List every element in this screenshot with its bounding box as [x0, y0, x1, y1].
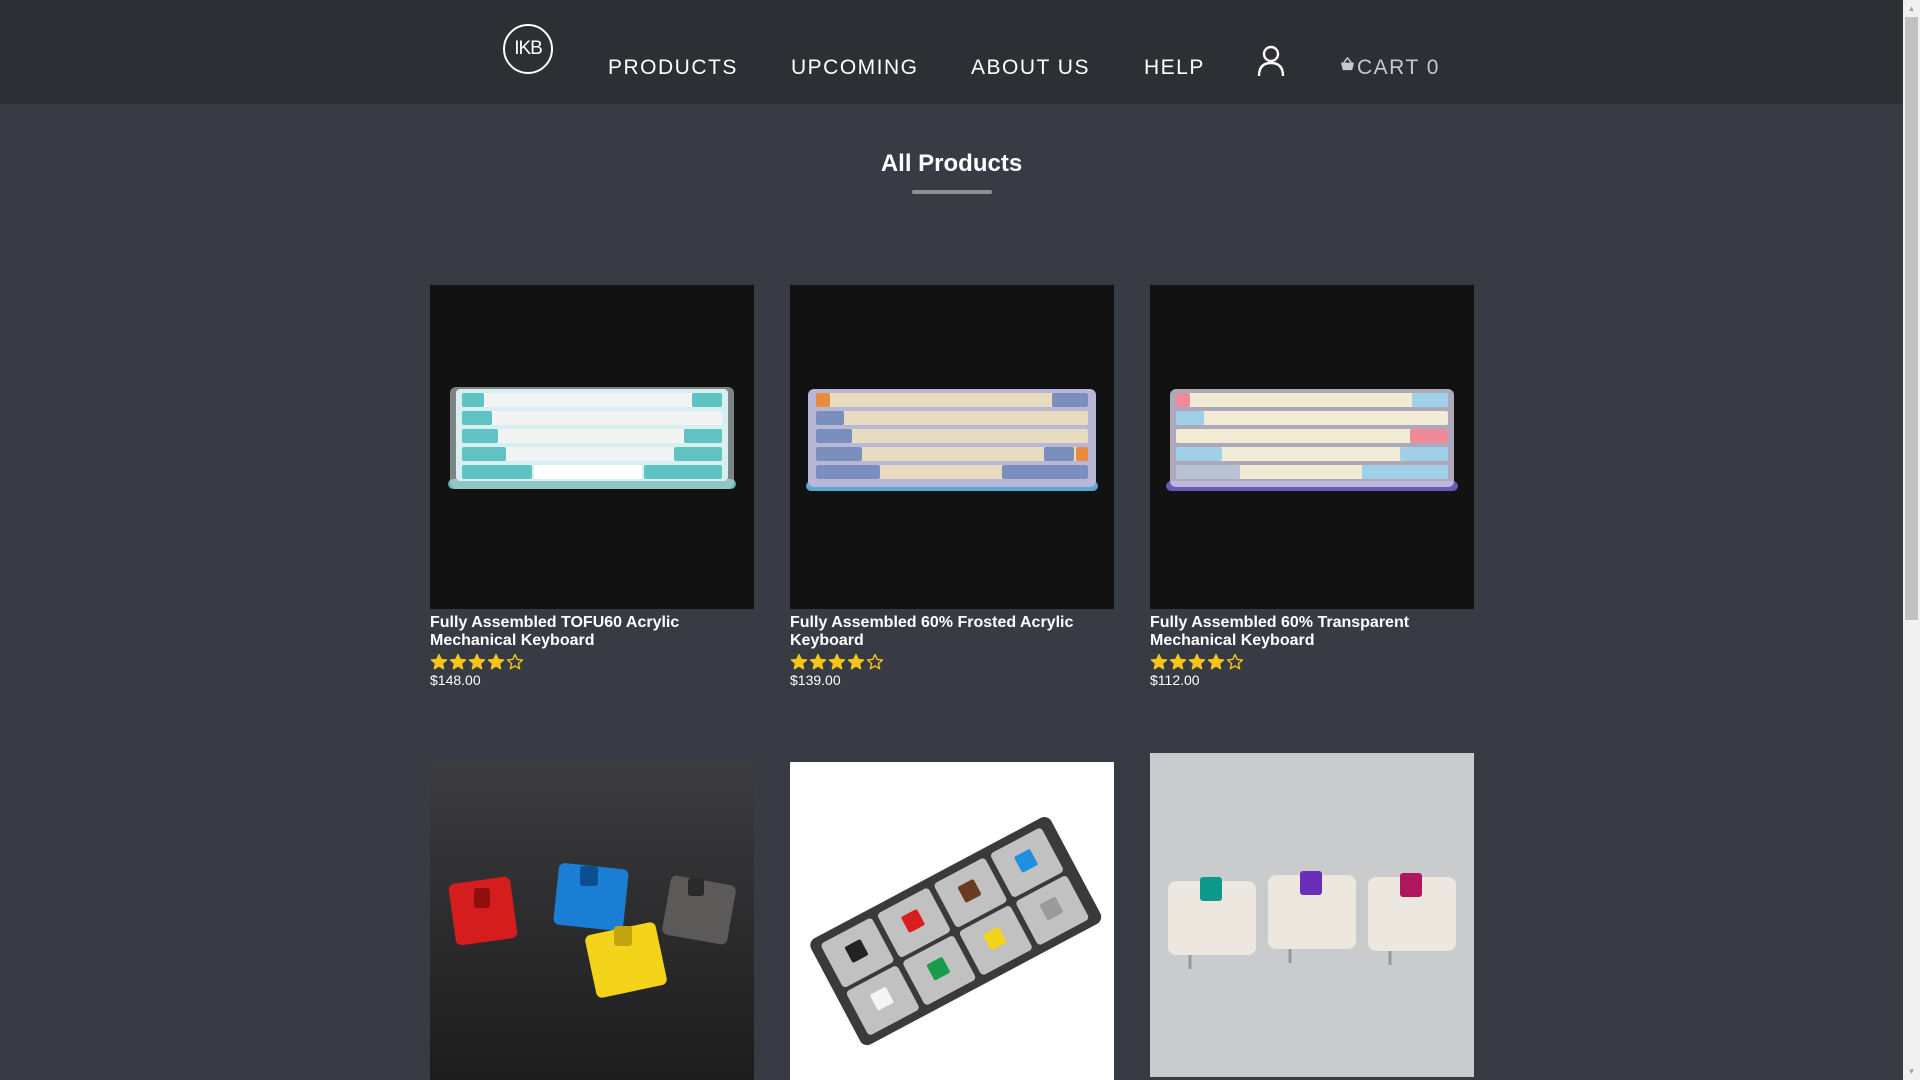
site-header: IKB PRODUCTS UPCOMING ABOUT US HELP CART…	[0, 0, 1903, 104]
star-outline-icon	[506, 653, 524, 670]
star-filled-icon	[487, 653, 505, 670]
star-filled-icon	[828, 653, 846, 670]
cart-label: CART 0	[1357, 56, 1440, 79]
star-filled-icon	[1150, 653, 1168, 670]
product-price: $139.00	[790, 672, 841, 688]
star-filled-icon	[430, 653, 448, 670]
star-outline-icon	[1226, 653, 1244, 670]
product-card[interactable]: Fully Assembled TOFU60 Acrylic Mechanica…	[430, 285, 754, 688]
scrollbar-thumb[interactable]	[1905, 17, 1918, 620]
product-price: $112.00	[1150, 672, 1200, 688]
vertical-scrollbar[interactable]: ▲ ▼	[1903, 0, 1920, 1080]
product-card[interactable]	[1150, 753, 1474, 1077]
user-icon[interactable]	[1257, 45, 1285, 77]
page-title: All Products	[880, 150, 1023, 177]
product-card[interactable]: Fully Assembled 60% Frosted Acrylic Keyb…	[790, 285, 1114, 688]
star-filled-icon	[1188, 653, 1206, 670]
product-name[interactable]: Fully Assembled 60% Transparent Mechanic…	[1150, 614, 1474, 650]
star-filled-icon	[468, 653, 486, 670]
product-image-frosted-keyboard[interactable]	[790, 285, 1114, 609]
nav-help[interactable]: HELP	[1144, 56, 1205, 80]
star-outline-icon	[866, 653, 884, 670]
logo[interactable]: IKB	[503, 24, 553, 74]
nav-about-us[interactable]: ABOUT US	[971, 56, 1090, 80]
basket-icon	[1340, 56, 1355, 70]
product-price: $148.00	[430, 672, 481, 688]
nav-products[interactable]: PRODUCTS	[608, 56, 738, 80]
star-filled-icon	[847, 653, 865, 670]
product-image-white-switches[interactable]	[1150, 753, 1474, 1077]
star-rating	[430, 653, 754, 671]
star-rating	[1150, 653, 1474, 671]
product-name[interactable]: Fully Assembled 60% Frosted Acrylic Keyb…	[790, 614, 1114, 650]
title-underline	[912, 190, 992, 194]
star-filled-icon	[1169, 653, 1187, 670]
product-card[interactable]	[790, 762, 1114, 1080]
product-image-colored-switches[interactable]	[430, 762, 754, 1080]
nav-upcoming[interactable]: UPCOMING	[791, 56, 919, 80]
product-name[interactable]: Fully Assembled TOFU60 Acrylic Mechanica…	[430, 614, 754, 650]
product-card[interactable]: Fully Assembled 60% Transparent Mechanic…	[1150, 285, 1474, 688]
star-filled-icon	[790, 653, 808, 670]
product-card[interactable]	[430, 762, 754, 1080]
star-rating	[790, 653, 1114, 671]
scroll-down-arrow-icon[interactable]: ▼	[1903, 1063, 1920, 1080]
scroll-up-arrow-icon[interactable]: ▲	[1903, 0, 1920, 17]
product-image-tofu60-keyboard[interactable]	[430, 285, 754, 609]
star-filled-icon	[449, 653, 467, 670]
star-filled-icon	[1207, 653, 1225, 670]
product-image-switch-tester[interactable]	[790, 762, 1114, 1080]
page: IKB PRODUCTS UPCOMING ABOUT US HELP CART…	[0, 0, 1903, 1080]
cart-button[interactable]: CART 0	[1340, 56, 1440, 80]
star-filled-icon	[809, 653, 827, 670]
product-image-transparent-keyboard[interactable]	[1150, 285, 1474, 609]
